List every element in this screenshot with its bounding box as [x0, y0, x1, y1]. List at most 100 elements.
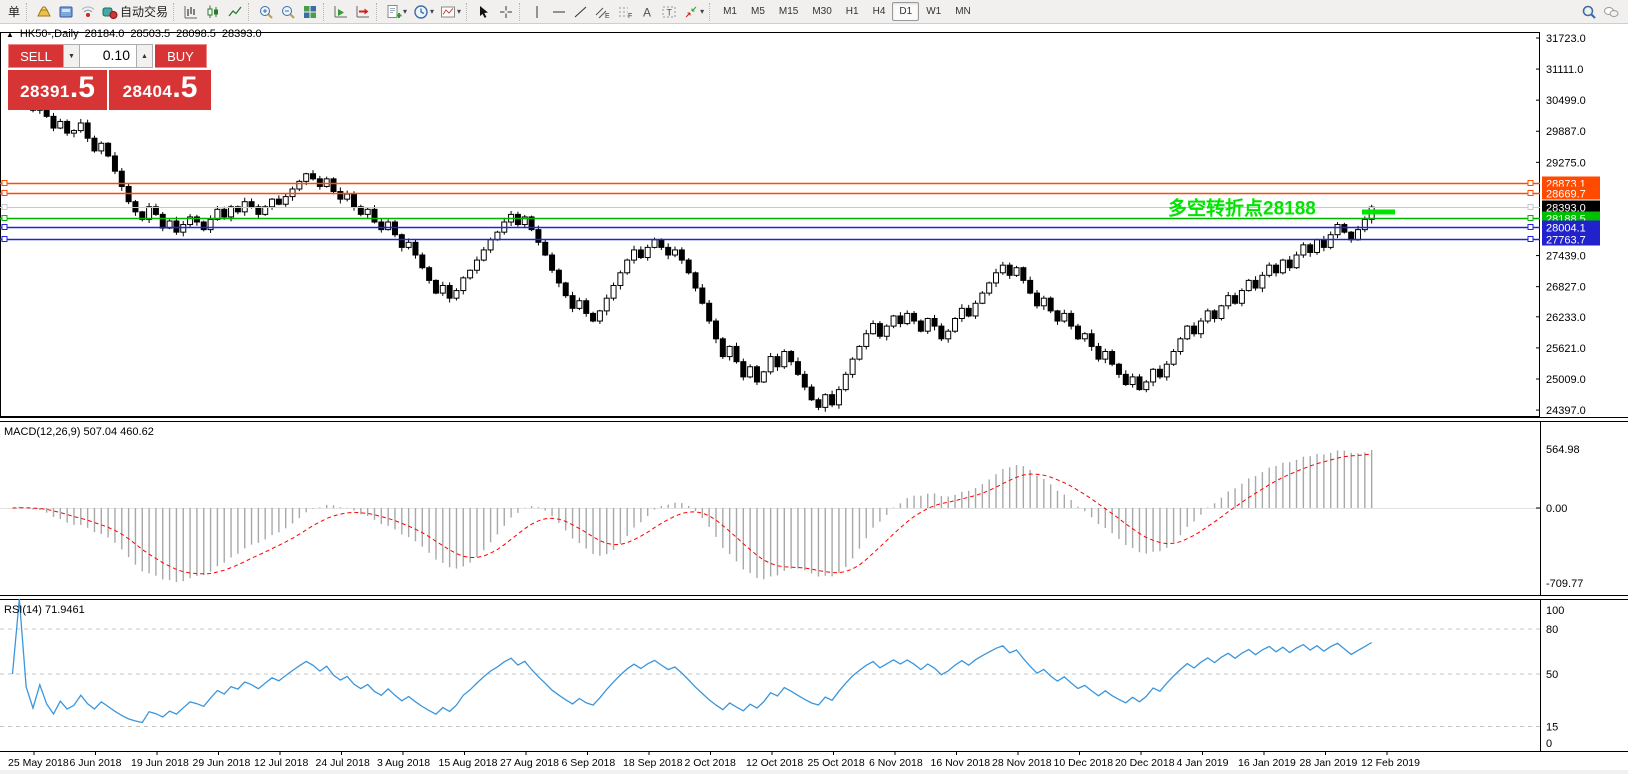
- sell-price-main: 28391: [20, 82, 70, 101]
- collapse-triangle-icon[interactable]: ▲: [6, 30, 14, 39]
- timeframe-d1-button[interactable]: D1: [892, 2, 920, 21]
- date-label: 18 Sep 2018: [623, 757, 683, 769]
- market-watch-icon[interactable]: [33, 1, 55, 23]
- date-label: 6 Sep 2018: [562, 757, 616, 769]
- price-tick-label: 27439.0: [1546, 251, 1586, 263]
- signal-icon[interactable]: [77, 1, 99, 23]
- chat-button[interactable]: [1600, 1, 1622, 23]
- bar-chart-icon[interactable]: [180, 1, 202, 23]
- price-tick-label: 25621.0: [1546, 343, 1586, 355]
- clock: [414, 4, 428, 19]
- rsi-axis-label: 100: [1546, 605, 1564, 617]
- chat: [1604, 6, 1619, 17]
- date-label: 28 Jan 2019: [1300, 757, 1358, 769]
- chart-canvas[interactable]: 28873.128669.728393.028188.528004.127763…: [0, 24, 1628, 774]
- macd-axis-label: 564.98: [1546, 444, 1580, 456]
- date-label: 6 Jun 2018: [70, 757, 122, 769]
- vertical-line-icon[interactable]: [526, 1, 548, 23]
- ohlc-high: 28503.5: [130, 28, 171, 40]
- sell-button[interactable]: SELL: [8, 44, 63, 68]
- auto-trading-button[interactable]: 自动交易: [99, 1, 171, 23]
- level-price-text: 28669.7: [1546, 189, 1586, 201]
- cursor-icon[interactable]: [473, 1, 495, 23]
- rsi-axis-label: 50: [1546, 669, 1558, 681]
- label-icon[interactable]: T: [658, 1, 680, 23]
- templates-button[interactable]: ▾: [437, 1, 464, 23]
- horizontal-line-icon[interactable]: [548, 1, 570, 23]
- date-label: 24 Jul 2018: [316, 757, 370, 769]
- timeframe-w1-button[interactable]: W1: [919, 2, 948, 21]
- rsi-header: RSI(14) 71.9461: [4, 604, 85, 616]
- auto-scroll-icon[interactable]: [330, 1, 352, 23]
- date-label: 3 Aug 2018: [377, 757, 430, 769]
- toolbar-separator: [173, 2, 178, 21]
- macd-axis-label: -709.77: [1546, 578, 1583, 590]
- timeframe-h4-button[interactable]: H4: [866, 2, 893, 21]
- toolbar-separator: [26, 2, 31, 21]
- text-icon[interactable]: A: [636, 1, 658, 23]
- search-button[interactable]: [1578, 1, 1600, 23]
- candlestick-chart-icon[interactable]: [202, 1, 224, 23]
- annotation-trendline[interactable]: [1362, 209, 1395, 215]
- timeframe-m1-button[interactable]: M1: [716, 2, 744, 21]
- line-chart-icon[interactable]: [224, 1, 246, 23]
- buy-price-main: 28404: [122, 82, 173, 101]
- macd-header: MACD(12,26,9) 507.04 460.62: [4, 426, 154, 438]
- volume-decrease-button[interactable]: ▼: [63, 44, 80, 68]
- fibonacci-icon[interactable]: F: [614, 1, 636, 23]
- zoom-in-icon[interactable]: [255, 1, 277, 23]
- volume-input[interactable]: 0.10: [80, 44, 136, 68]
- new-chart-button[interactable]: ▾: [383, 1, 410, 23]
- date-label: 20 Dec 2018: [1115, 757, 1175, 769]
- timeframe-mn-button[interactable]: MN: [948, 2, 978, 21]
- timeframe-m5-button[interactable]: M5: [744, 2, 772, 21]
- svg-text:F: F: [628, 13, 632, 20]
- dropdown-caret-icon: ▾: [430, 7, 435, 16]
- sell-price[interactable]: 28391 .5: [8, 70, 107, 110]
- fibo: F: [619, 7, 632, 20]
- newchart: [387, 4, 402, 18]
- autoscroll: [334, 5, 348, 17]
- volume-increase-button[interactable]: ▲: [136, 44, 153, 68]
- equidistant-channel-icon[interactable]: E: [592, 1, 614, 23]
- zoomin: [260, 5, 273, 19]
- rsi-axis-label: 0: [1546, 738, 1552, 750]
- crosshair-icon[interactable]: [495, 1, 517, 23]
- toolbar-separator: [466, 2, 471, 21]
- timeframe-h1-button[interactable]: H1: [839, 2, 866, 21]
- ohlc-close: 28393.0: [221, 28, 262, 40]
- channel: E: [595, 7, 610, 20]
- price-tick-label: 31111.0: [1546, 64, 1583, 76]
- timeframe-m30-button[interactable]: M30: [805, 2, 838, 21]
- date-label: 4 Jan 2019: [1177, 757, 1229, 769]
- labelT: T: [662, 6, 676, 17]
- annotation-text[interactable]: 多空转折点28188: [1168, 197, 1316, 220]
- zoom-out-icon[interactable]: [277, 1, 299, 23]
- crosshair: [500, 5, 513, 18]
- chart-title: ▲ HK50-,Daily 28184.0 28503.5 28098.5 28…: [6, 28, 262, 40]
- gold: [37, 6, 51, 16]
- date-label: 15 Aug 2018: [439, 757, 498, 769]
- date-label: 12 Oct 2018: [746, 757, 803, 769]
- date-label: 29 Jun 2018: [193, 757, 251, 769]
- trendline-icon[interactable]: [570, 1, 592, 23]
- timeframe-m15-button[interactable]: M15: [772, 2, 805, 21]
- toolbar-separator: [376, 2, 381, 21]
- chart-window: 28873.1 28669.7 28393.0 28188.5 28004.1 27763…: [0, 24, 1628, 774]
- buy-button[interactable]: BUY: [155, 44, 207, 68]
- price-tick-label: 31723.0: [1546, 33, 1586, 45]
- new-order-button[interactable]: 单: [2, 1, 24, 23]
- chart-shift-icon[interactable]: [352, 1, 374, 23]
- date-label: 27 Aug 2018: [500, 757, 559, 769]
- trend: [574, 6, 587, 17]
- data-window-icon[interactable]: [55, 1, 77, 23]
- tile-windows-icon[interactable]: [299, 1, 321, 23]
- periods-button[interactable]: ▾: [410, 1, 437, 23]
- arrows-button[interactable]: ▾: [680, 1, 707, 23]
- arrows: [685, 6, 697, 17]
- tile: [304, 5, 317, 18]
- rsi-axis-label: 80: [1546, 624, 1558, 636]
- date-label: 28 Nov 2018: [992, 757, 1052, 769]
- buy-price[interactable]: 28404 .5: [109, 70, 211, 110]
- date-label: 19 Jun 2018: [131, 757, 189, 769]
